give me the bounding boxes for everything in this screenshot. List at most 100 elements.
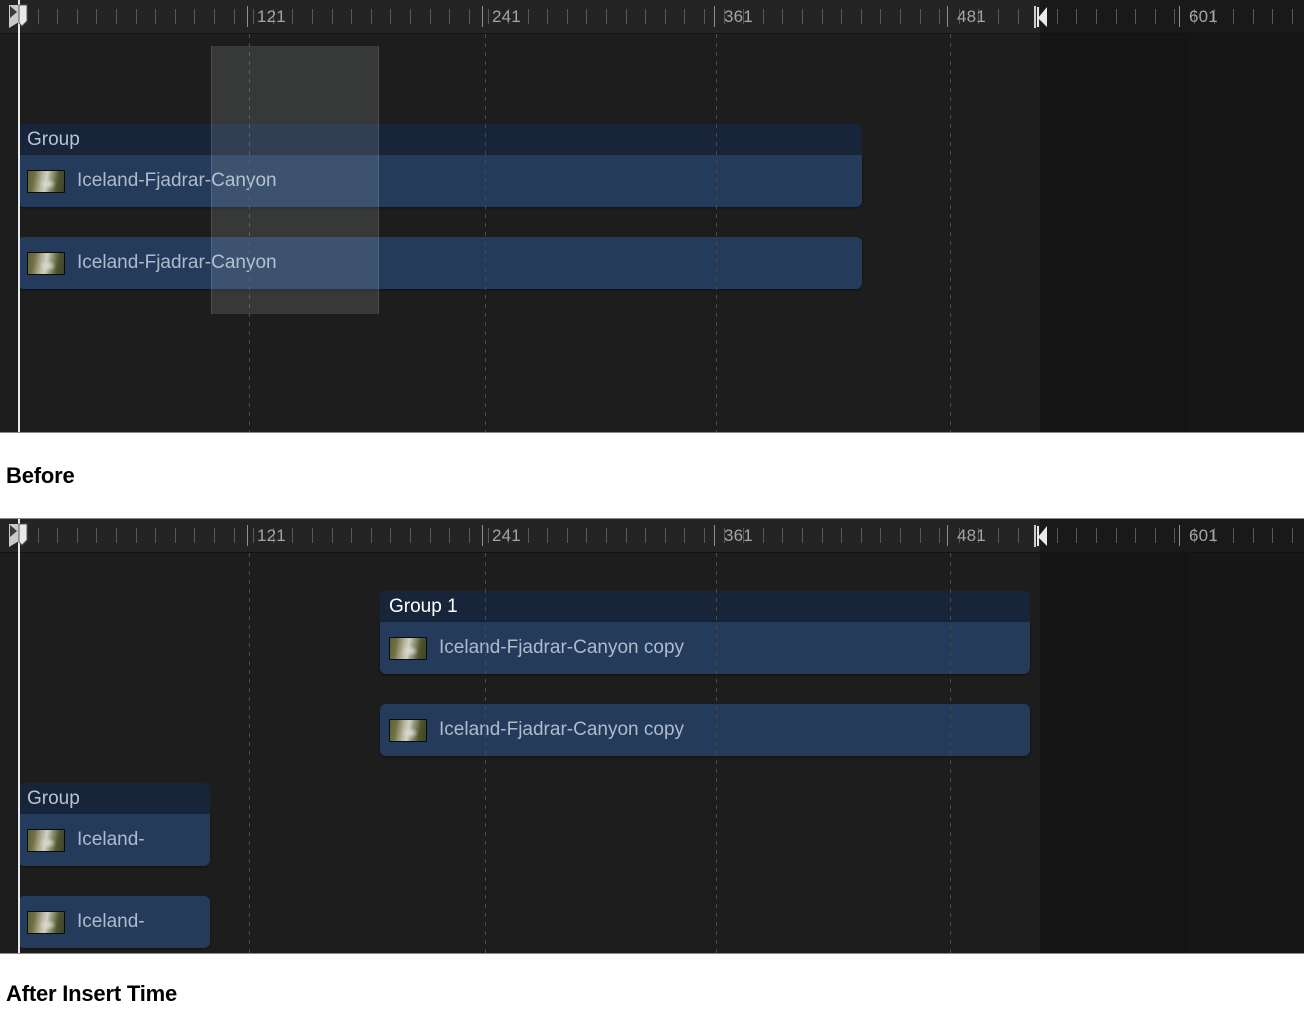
playhead-after[interactable]: [18, 519, 20, 953]
ruler-label: 121: [257, 526, 286, 545]
timeline-right-edge-band-after: [1190, 519, 1304, 953]
in-point-marker-icon[interactable]: [8, 523, 28, 548]
ruler-tick: [57, 528, 58, 543]
ruler-label: 601: [1189, 7, 1218, 26]
ruler-tick: [234, 9, 235, 24]
ruler-tick: [626, 528, 627, 543]
playhead-before[interactable]: [18, 0, 20, 432]
out-of-range-region-after: [1040, 519, 1304, 953]
ruler-tick: [194, 9, 195, 24]
ruler-tick: [645, 9, 646, 24]
ruler-tick: [1174, 528, 1175, 543]
ruler-tick: [1096, 528, 1097, 543]
timeline-gridline: [485, 34, 486, 432]
ruler-tick: [136, 528, 137, 543]
clip-iceland-copy-grouped-after[interactable]: Iceland-Fjadrar-Canyon copy: [380, 622, 1030, 674]
ruler-label: 361: [724, 7, 753, 26]
ruler-tick: [1292, 528, 1293, 543]
timeline-gridline: [950, 34, 951, 432]
ruler-tick: [861, 528, 862, 543]
ruler-tick: [449, 9, 450, 24]
timeline-ruler-after[interactable]: 121 241 361 481 601: [0, 519, 1304, 553]
clip-name: Iceland-Fjadrar-Canyon: [77, 252, 277, 273]
timeline-after[interactable]: 121 241 361 481 601 Group 1 Iceland-Fjadrar-…: [0, 518, 1304, 954]
ruler-tick: [430, 9, 431, 24]
clip-name: Iceland-: [77, 829, 145, 850]
ruler-tick: [802, 528, 803, 543]
ruler-tick: [1135, 9, 1136, 24]
ruler-tick: [567, 9, 568, 24]
ruler-tick: [1116, 9, 1117, 24]
ruler-tick: [38, 528, 39, 543]
out-point-marker-icon[interactable]: [1034, 525, 1048, 547]
clip-iceland-copy-standalone-after[interactable]: Iceland-Fjadrar-Canyon copy: [380, 704, 1030, 756]
clip-iceland-standalone-before[interactable]: Iceland-Fjadrar-Canyon: [18, 237, 862, 289]
in-point-marker-icon[interactable]: [8, 4, 28, 29]
ruler-tick: [920, 528, 921, 543]
ruler-tick: [900, 528, 901, 543]
caption-after: After Insert Time: [6, 981, 178, 1006]
ruler-tick: [939, 528, 940, 543]
out-point-marker-icon[interactable]: [1034, 6, 1048, 28]
ruler-tick: [312, 528, 313, 543]
iceland-fjadrar-canyon-thumbnail-icon: [27, 910, 65, 934]
ruler-tick: [1292, 9, 1293, 24]
ruler-tick: [194, 528, 195, 543]
ruler-tick: [351, 528, 352, 543]
ruler-tick: [684, 528, 685, 543]
ruler-tick: [292, 528, 293, 543]
ruler-label: 481: [957, 7, 986, 26]
ruler-tick: [998, 528, 999, 543]
ruler-tick: [371, 9, 372, 24]
ruler-tick: [234, 528, 235, 543]
group-header-before[interactable]: Group: [18, 124, 862, 155]
ruler-tick: [1018, 9, 1019, 24]
ruler-tick: [782, 528, 783, 543]
ruler-tick: [332, 9, 333, 24]
clip-iceland-original-standalone-after[interactable]: Iceland-: [18, 896, 210, 948]
clip-name: Iceland-Fjadrar-Canyon copy: [439, 719, 685, 740]
ruler-tick: [684, 9, 685, 24]
ruler-tick: [410, 528, 411, 543]
group-header-group-1-after[interactable]: Group 1: [380, 591, 1030, 622]
ruler-tick: [900, 9, 901, 24]
ruler-tick: [214, 9, 215, 24]
ruler-tick: [920, 9, 921, 24]
ruler-tick: [57, 9, 58, 24]
ruler-tick: [449, 528, 450, 543]
timeline-ruler-before[interactable]: 121 241 361 481 601: [0, 0, 1304, 34]
ruler-tick: [567, 528, 568, 543]
ruler-tick: [253, 9, 254, 24]
ruler-tick: [1272, 9, 1273, 24]
iceland-fjadrar-canyon-thumbnail-icon: [389, 636, 427, 660]
ruler-tick-major: [1179, 525, 1180, 546]
ruler-tick: [1135, 528, 1136, 543]
ruler-tick: [1155, 9, 1156, 24]
clip-name: Iceland-Fjadrar-Canyon: [77, 170, 277, 191]
clip-iceland-grouped-before[interactable]: Iceland-Fjadrar-Canyon: [18, 155, 862, 207]
ruler-tick: [822, 528, 823, 543]
group-header-original-after[interactable]: Group: [18, 783, 210, 814]
timeline-before[interactable]: 121 241 361 481 601 Group Iceland-Fjadrar-Ca…: [0, 0, 1304, 433]
ruler-tick: [822, 9, 823, 24]
ruler-tick: [1253, 9, 1254, 24]
ruler-tick-major: [1179, 6, 1180, 27]
ruler-tick-major: [714, 525, 715, 546]
ruler-tick: [1096, 9, 1097, 24]
ruler-label: 361: [724, 526, 753, 545]
ruler-tick: [1057, 9, 1058, 24]
ruler-label: 241: [492, 7, 521, 26]
ruler-tick: [410, 9, 411, 24]
ruler-tick: [155, 528, 156, 543]
iceland-fjadrar-canyon-thumbnail-icon: [389, 718, 427, 742]
ruler-tick: [802, 9, 803, 24]
ruler-tick: [253, 528, 254, 543]
ruler-tick: [175, 528, 176, 543]
group-title: Group: [27, 787, 80, 809]
ruler-tick: [861, 9, 862, 24]
ruler-tick: [332, 528, 333, 543]
ruler-tick: [1116, 528, 1117, 543]
ruler-tick: [1018, 528, 1019, 543]
ruler-tick: [528, 9, 529, 24]
clip-iceland-original-grouped-after[interactable]: Iceland-: [18, 814, 210, 866]
